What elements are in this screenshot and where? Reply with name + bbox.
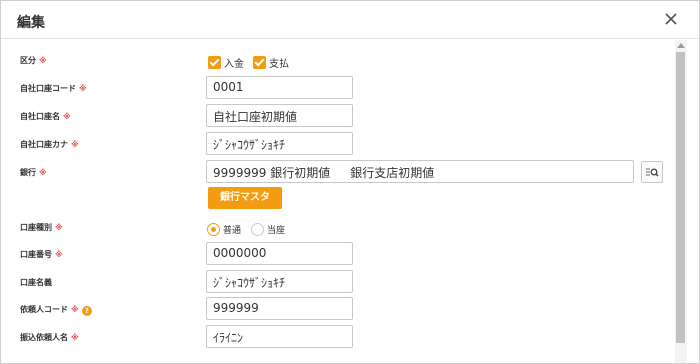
radio-futsu[interactable] — [207, 223, 220, 236]
bank-name: 銀行初期値 — [270, 166, 331, 180]
required-mark: ※ — [55, 223, 63, 232]
required-mark: ※ — [55, 250, 63, 259]
row-kubun: 区分 ※ 入金 支払 — [1, 48, 685, 74]
search-list-icon — [646, 168, 659, 177]
row-client-code: 依頼人コード ※? 999999 — [1, 297, 685, 323]
account-number-input[interactable]: 0000000 — [206, 242, 353, 265]
row-account-number: 口座番号 ※ 0000000 — [1, 242, 685, 268]
bank-master-button[interactable]: 銀行マスタ — [208, 187, 282, 209]
required-mark: ※ — [71, 140, 79, 149]
help-icon[interactable]: ? — [81, 306, 92, 316]
checkbox-shiharai-label: 支払 — [269, 59, 289, 70]
company-account-kana-label: 自社口座カナ ※ — [20, 140, 79, 149]
row-company-account-kana: 自社口座カナ ※ ｼﾞｼｬｺｳｻﾞｼｮｷﾁ — [1, 132, 685, 158]
transfer-client-name-input[interactable]: ｲﾗｲﾆﾝ — [206, 325, 353, 348]
company-account-code-label: 自社口座コード ※ — [20, 84, 87, 93]
required-mark: ※ — [39, 168, 47, 177]
checkbox-nyukin[interactable] — [208, 56, 221, 69]
account-number-label: 口座番号 ※ — [20, 250, 63, 259]
client-code-input[interactable]: 999999 — [206, 297, 353, 320]
checkbox-nyukin-label: 入金 — [224, 59, 244, 70]
dialog-title: 編集 — [17, 15, 45, 31]
bank-input[interactable]: 9999999 銀行初期値 銀行支店初期値 — [206, 160, 634, 183]
bank-search-button[interactable] — [641, 161, 663, 183]
required-mark: ※ — [63, 112, 71, 121]
company-account-name-input[interactable]: 自社口座初期値 — [206, 104, 353, 127]
required-mark: ※ — [39, 56, 47, 65]
bank-label: 銀行 ※ — [20, 168, 47, 177]
scroll-up-arrow-icon[interactable] — [677, 43, 685, 48]
client-code-label: 依頼人コード ※? — [20, 304, 92, 316]
checkbox-shiharai[interactable] — [253, 56, 266, 69]
close-icon[interactable] — [662, 10, 680, 28]
row-account-holder: 口座名義 ｼﾞｼｬｺｳｻﾞｼｮｷﾁ — [1, 270, 685, 296]
transfer-client-name-label: 振込依頼人名 ※ — [20, 333, 79, 342]
row-bank-master: 銀行マスタ — [1, 187, 685, 213]
bank-code: 9999999 — [213, 166, 267, 180]
account-type-label: 口座種別 ※ — [20, 223, 63, 232]
dialog-header: 編集 — [1, 1, 699, 39]
scroll-thumb[interactable] — [676, 52, 685, 343]
company-account-name-label: 自社口座名 ※ — [20, 112, 71, 121]
required-mark: ※ — [71, 305, 79, 314]
account-holder-input[interactable]: ｼﾞｼｬｺｳｻﾞｼｮｷﾁ — [206, 270, 353, 293]
required-mark: ※ — [71, 333, 79, 342]
kubun-checkboxes: 入金 支払 — [208, 52, 298, 71]
radio-toza-label: 当座 — [267, 226, 286, 236]
kubun-label: 区分 ※ — [20, 56, 47, 65]
row-bank: 銀行 ※ 9999999 銀行初期値 銀行支店初期値 — [1, 160, 685, 186]
branch-name: 銀行支店初期値 — [350, 166, 435, 180]
account-type-radios: 普通 当座 — [207, 219, 295, 238]
row-account-type: 口座種別 ※ 普通 当座 — [1, 215, 685, 241]
account-holder-label: 口座名義 — [20, 278, 52, 287]
company-account-kana-input[interactable]: ｼﾞｼｬｺｳｻﾞｼｮｷﾁ — [206, 132, 353, 155]
edit-dialog: 編集 区分 ※ 入金 支払 自社口座コード ※ 0001 自社口座名 ※ 自社口座初期値… — [0, 0, 700, 364]
radio-futsu-label: 普通 — [223, 226, 242, 236]
row-company-account-name: 自社口座名 ※ 自社口座初期値 — [1, 104, 685, 130]
required-mark: ※ — [79, 84, 87, 93]
dialog-body: 区分 ※ 入金 支払 自社口座コード ※ 0001 自社口座名 ※ 自社口座初期値 自社… — [1, 40, 685, 363]
row-transfer-client-name: 振込依頼人名 ※ ｲﾗｲﾆﾝ — [1, 325, 685, 351]
radio-toza[interactable] — [251, 223, 265, 236]
vertical-scrollbar[interactable] — [675, 40, 687, 363]
row-company-account-code: 自社口座コード ※ 0001 — [1, 76, 685, 102]
company-account-code-input[interactable]: 0001 — [206, 76, 353, 99]
